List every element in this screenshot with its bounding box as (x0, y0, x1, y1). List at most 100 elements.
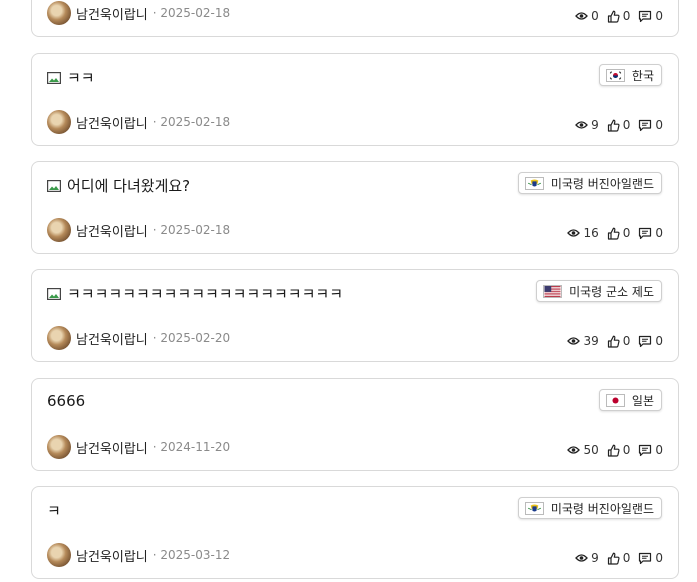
views-stat: 9 (575, 551, 599, 565)
country-badge[interactable]: 한국 (598, 64, 662, 86)
author-name[interactable]: 남건욱이랍니 (76, 329, 148, 348)
thumbs-up-icon (607, 10, 620, 23)
country-badge[interactable]: 일본 (598, 389, 662, 411)
likes-stat[interactable]: 0 (607, 551, 630, 565)
post-date: · 2024-11-20 (152, 440, 231, 454)
avatar[interactable] (47, 543, 71, 567)
post-meta: 남건욱이랍니 · 2025-02-20 (47, 326, 230, 350)
comments-stat[interactable]: 0 (638, 334, 663, 348)
author-name[interactable]: 남건욱이랍니 (76, 4, 148, 23)
likes-stat[interactable]: 0 (607, 334, 630, 348)
comment-icon (639, 335, 652, 347)
image-icon (47, 179, 61, 192)
post-title[interactable]: ㅋㅋㅋㅋㅋㅋㅋㅋㅋㅋㅋㅋㅋㅋㅋㅋㅋㅋㅋㅋ (67, 283, 343, 304)
avatar[interactable] (47, 326, 71, 350)
image-icon (47, 287, 61, 300)
thumbs-up-icon (607, 119, 620, 132)
post-title-row: ㅋㅋㅋㅋㅋㅋㅋㅋㅋㅋㅋㅋㅋㅋㅋㅋㅋㅋㅋㅋ (47, 283, 343, 304)
likes-stat[interactable]: 0 (607, 226, 630, 240)
thumbs-up-icon (607, 552, 620, 565)
post-title[interactable]: ㅋㅋ (67, 67, 95, 88)
post-title-row: ㅋ (47, 500, 61, 521)
thumbs-up-icon (607, 335, 620, 348)
views-stat: 9 (575, 118, 599, 132)
comment-icon (639, 552, 652, 564)
post-title-row: 6666 (47, 392, 85, 410)
country-name: 미국령 버진아일랜드 (550, 501, 654, 516)
comments-stat[interactable]: 0 (638, 551, 663, 565)
views-stat: 39 (567, 334, 599, 348)
post-stats: 50 0 0 (567, 443, 663, 457)
post-title[interactable]: 어디에 다녀왔게요? (67, 175, 190, 196)
comments-stat[interactable]: 0 (638, 443, 663, 457)
likes-stat[interactable]: 0 (607, 9, 630, 23)
comment-icon (639, 10, 652, 22)
post-stats: 0 0 0 (575, 9, 663, 23)
post-date: · 2025-02-18 (152, 6, 231, 20)
us-flag-icon (543, 284, 563, 298)
korea-flag-icon (605, 68, 625, 82)
country-name: 일본 (631, 393, 654, 408)
eye-icon (575, 554, 588, 562)
country-badge[interactable]: 미국령 버진아일랜드 (517, 172, 662, 194)
eye-icon (575, 12, 588, 20)
eye-icon (567, 446, 581, 454)
post-title[interactable]: ㅋ (47, 500, 61, 521)
japan-flag-icon (605, 393, 625, 407)
thumbs-up-icon (607, 227, 620, 240)
post-stats: 9 0 0 (575, 551, 663, 565)
country-name: 미국령 군소 제도 (569, 284, 654, 299)
views-stat: 50 (567, 443, 599, 457)
avatar[interactable] (47, 218, 71, 242)
comments-stat[interactable]: 0 (638, 118, 663, 132)
country-name: 미국령 버진아일랜드 (550, 176, 654, 191)
views-stat: 0 (575, 9, 599, 23)
post-stats: 9 0 0 (575, 118, 663, 132)
avatar[interactable] (47, 1, 71, 25)
virgin-islands-flag-icon (524, 176, 544, 190)
eye-icon (575, 121, 588, 129)
comments-stat[interactable]: 0 (638, 9, 663, 23)
avatar[interactable] (47, 110, 71, 134)
post-date: · 2025-03-12 (152, 548, 231, 562)
post-meta: 남건욱이랍니 · 2024-11-20 (47, 435, 230, 459)
comment-icon (639, 444, 652, 456)
eye-icon (567, 337, 581, 345)
eye-icon (567, 229, 581, 237)
post-title[interactable]: 6666 (47, 392, 85, 410)
country-badge[interactable]: 미국령 버진아일랜드 (517, 497, 662, 519)
likes-stat[interactable]: 0 (607, 118, 630, 132)
post-meta: 남건욱이랍니 · 2025-02-18 (47, 1, 230, 25)
post-title-row: ㅋㅋ (47, 67, 95, 88)
author-name[interactable]: 남건욱이랍니 (76, 221, 148, 240)
post-date: · 2025-02-20 (152, 331, 231, 345)
post-meta: 남건욱이랍니 · 2025-03-12 (47, 543, 230, 567)
author-name[interactable]: 남건욱이랍니 (76, 546, 148, 565)
comment-icon (639, 227, 652, 239)
likes-stat[interactable]: 0 (607, 443, 630, 457)
thumbs-up-icon (607, 444, 620, 457)
post-date: · 2025-02-18 (152, 115, 231, 129)
virgin-islands-flag-icon (524, 501, 544, 515)
country-name: 한국 (631, 68, 654, 83)
views-stat: 16 (567, 226, 599, 240)
post-stats: 39 0 0 (567, 334, 663, 348)
post-card[interactable]: 남건욱이랍니 · 2025-02-18 0 0 0 (31, 0, 679, 37)
avatar[interactable] (47, 435, 71, 459)
post-stats: 16 0 0 (567, 226, 663, 240)
post-card[interactable]: 6666 일본 남건욱이랍니 · 2024-11-20 50 0 0 (31, 378, 679, 471)
author-name[interactable]: 남건욱이랍니 (76, 113, 148, 132)
post-card[interactable]: 어디에 다녀왔게요? 미국령 버진아일랜드 남건욱이랍니 · 2025-02-1… (31, 161, 679, 254)
post-title-row: 어디에 다녀왔게요? (47, 175, 190, 196)
country-badge[interactable]: 미국령 군소 제도 (536, 280, 662, 302)
post-date: · 2025-02-18 (152, 223, 231, 237)
post-card[interactable]: ㅋ 미국령 버진아일랜드 남건욱이랍니 · 2025-03-12 9 0 0 (31, 486, 679, 579)
author-name[interactable]: 남건욱이랍니 (76, 438, 148, 457)
post-card[interactable]: ㅋㅋ 한국 남건욱이랍니 · 2025-02-18 9 0 0 (31, 53, 679, 146)
post-card[interactable]: ㅋㅋㅋㅋㅋㅋㅋㅋㅋㅋㅋㅋㅋㅋㅋㅋㅋㅋㅋㅋ 미국령 군소 제도 남건욱이랍니 · … (31, 269, 679, 362)
post-meta: 남건욱이랍니 · 2025-02-18 (47, 110, 230, 134)
post-meta: 남건욱이랍니 · 2025-02-18 (47, 218, 230, 242)
image-icon (47, 71, 61, 84)
comments-stat[interactable]: 0 (638, 226, 663, 240)
comment-icon (639, 119, 652, 131)
